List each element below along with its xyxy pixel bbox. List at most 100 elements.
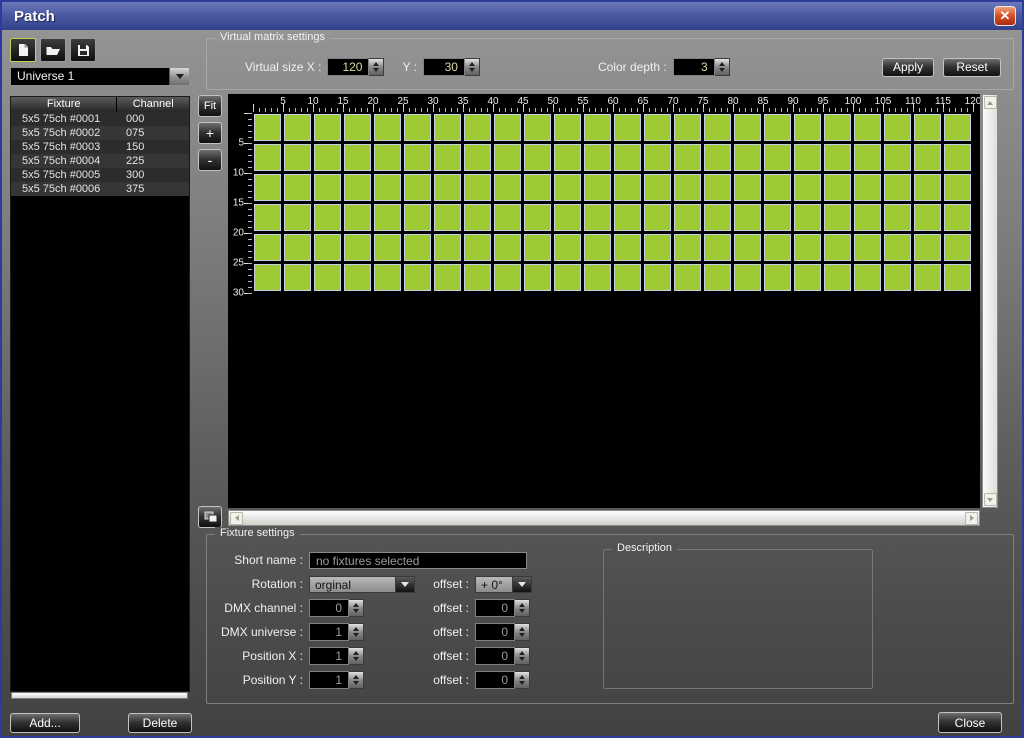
position-y-value[interactable]: 1 [309, 671, 349, 689]
spinner-arrows-icon[interactable] [515, 671, 530, 689]
spinner-arrows-icon[interactable] [349, 671, 364, 689]
scroll-down-icon[interactable] [984, 493, 997, 506]
color-depth-value[interactable]: 3 [673, 58, 715, 76]
matrix-viewport[interactable]: 5101520253035404550556065707580859095100… [228, 94, 980, 508]
fixture-cell[interactable] [794, 174, 821, 201]
fixture-cell[interactable] [674, 174, 701, 201]
fixture-cell[interactable] [284, 204, 311, 231]
position-x-value[interactable]: 1 [309, 647, 349, 665]
fixture-cell[interactable] [794, 264, 821, 291]
fixture-cell[interactable] [644, 234, 671, 261]
fixture-cell[interactable] [794, 234, 821, 261]
fixture-cell[interactable] [704, 264, 731, 291]
fixture-cell[interactable] [764, 144, 791, 171]
color-depth-spinner[interactable]: 3 [673, 58, 730, 76]
dmx-universe-spinner[interactable]: 1 [309, 623, 364, 641]
fixture-cell[interactable] [374, 174, 401, 201]
spinner-arrows-icon[interactable] [515, 623, 530, 641]
scroll-up-icon[interactable] [984, 96, 997, 109]
fixture-cell[interactable] [404, 174, 431, 201]
table-row[interactable]: 5x5 75ch #0004225 [11, 154, 189, 168]
fixture-cell[interactable] [884, 264, 911, 291]
fixture-cell[interactable] [944, 114, 971, 141]
fixture-cell[interactable] [524, 144, 551, 171]
fixture-cell[interactable] [884, 144, 911, 171]
fixture-cell[interactable] [314, 204, 341, 231]
fixture-cell[interactable] [734, 204, 761, 231]
spinner-arrows-icon[interactable] [715, 58, 730, 76]
fixture-cell[interactable] [914, 114, 941, 141]
fixture-cell[interactable] [854, 114, 881, 141]
open-patch-button[interactable] [40, 38, 66, 62]
fixture-cell[interactable] [674, 204, 701, 231]
dmx-universe-offset-spinner[interactable]: 0 [475, 623, 530, 641]
spinner-arrows-icon[interactable] [465, 58, 480, 76]
universe-select[interactable]: Universe 1 [10, 67, 190, 86]
fixture-cell[interactable] [284, 234, 311, 261]
table-row[interactable]: 5x5 75ch #0006375 [11, 182, 189, 196]
fixture-cell[interactable] [884, 114, 911, 141]
fixture-cell[interactable] [824, 264, 851, 291]
virtual-size-y-spinner[interactable]: 30 [423, 58, 480, 76]
fixture-cell[interactable] [494, 114, 521, 141]
fixture-cell[interactable] [854, 234, 881, 261]
fixture-cell[interactable] [944, 174, 971, 201]
position-x-offset-spinner[interactable]: 0 [475, 647, 530, 665]
fixture-cell[interactable] [254, 204, 281, 231]
fixture-list-hscrollbar[interactable] [11, 692, 188, 699]
fixture-cell[interactable] [674, 144, 701, 171]
fixture-cell[interactable] [434, 204, 461, 231]
fixture-cell[interactable] [374, 204, 401, 231]
dmx-universe-offset-value[interactable]: 0 [475, 623, 515, 641]
fixture-cell[interactable] [944, 264, 971, 291]
fixture-cell[interactable] [374, 144, 401, 171]
fixture-cell[interactable] [434, 144, 461, 171]
fixture-cell[interactable] [764, 174, 791, 201]
fixture-cell[interactable] [284, 174, 311, 201]
fixture-cell[interactable] [524, 234, 551, 261]
fixture-cell[interactable] [644, 264, 671, 291]
column-header-fixture[interactable]: Fixture [11, 97, 116, 112]
position-x-spinner[interactable]: 1 [309, 647, 364, 665]
zoom-in-button[interactable]: + [198, 122, 222, 144]
fixture-cell[interactable] [614, 204, 641, 231]
spinner-arrows-icon[interactable] [515, 647, 530, 665]
table-row[interactable]: 5x5 75ch #0003150 [11, 140, 189, 154]
fixture-cell[interactable] [464, 144, 491, 171]
fixture-cell[interactable] [554, 174, 581, 201]
fixture-cell[interactable] [554, 264, 581, 291]
fixture-cell[interactable] [554, 234, 581, 261]
fixture-cell[interactable] [794, 204, 821, 231]
fixture-cell[interactable] [764, 234, 791, 261]
table-row[interactable]: 5x5 75ch #0005300 [11, 168, 189, 182]
spinner-arrows-icon[interactable] [349, 599, 364, 617]
fixture-cell[interactable] [944, 234, 971, 261]
fixture-cell[interactable] [314, 234, 341, 261]
fixture-cell[interactable] [254, 234, 281, 261]
fixture-cell[interactable] [494, 204, 521, 231]
fixture-cell[interactable] [884, 204, 911, 231]
fixture-cell[interactable] [464, 204, 491, 231]
reset-button[interactable]: Reset [943, 58, 1001, 77]
fixture-cell[interactable] [464, 234, 491, 261]
fixture-cell[interactable] [944, 144, 971, 171]
layers-button[interactable] [198, 506, 222, 528]
fixture-cell[interactable] [404, 144, 431, 171]
fixture-cell[interactable] [614, 144, 641, 171]
spinner-arrows-icon[interactable] [369, 58, 384, 76]
fixture-cell[interactable] [824, 174, 851, 201]
fixture-cell[interactable] [644, 204, 671, 231]
fixture-cell[interactable] [494, 264, 521, 291]
fixture-cell[interactable] [584, 174, 611, 201]
zoom-fit-button[interactable]: Fit [198, 95, 222, 117]
fixture-cell[interactable] [464, 114, 491, 141]
dmx-channel-offset-spinner[interactable]: 0 [475, 599, 530, 617]
fixture-cell[interactable] [284, 264, 311, 291]
fixture-cell[interactable] [344, 264, 371, 291]
fixture-cell[interactable] [524, 264, 551, 291]
fixture-cell[interactable] [644, 114, 671, 141]
rotation-offset-select[interactable]: + 0° [475, 576, 532, 593]
fixture-cell[interactable] [824, 144, 851, 171]
fixture-cell[interactable] [614, 174, 641, 201]
virtual-size-y-value[interactable]: 30 [423, 58, 465, 76]
